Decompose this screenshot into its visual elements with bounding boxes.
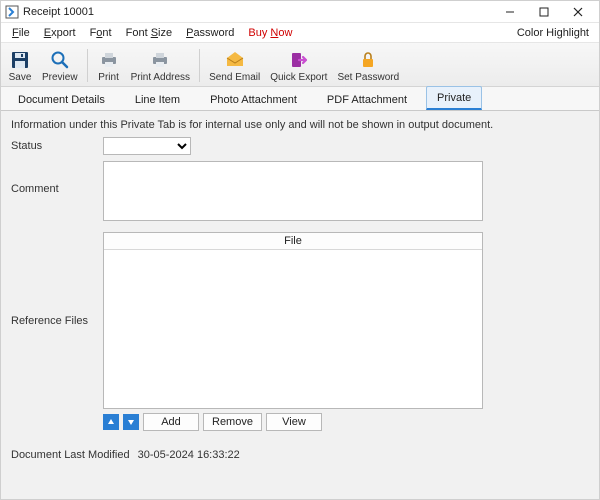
minimize-button[interactable]: [493, 2, 527, 22]
menubar: File Export Font Font Size Password Buy …: [1, 23, 599, 43]
menu-font-size[interactable]: Font Size: [119, 25, 179, 41]
comment-label: Comment: [11, 161, 103, 195]
set-password-button[interactable]: Set Password: [332, 45, 404, 86]
quick-export-button[interactable]: Quick Export: [265, 45, 332, 86]
export-icon: [289, 49, 309, 71]
add-button[interactable]: Add: [143, 413, 199, 431]
last-modified-label: Document Last Modified: [11, 449, 130, 461]
status-select[interactable]: [103, 137, 191, 155]
tab-document-details[interactable]: Document Details: [7, 88, 116, 110]
tab-private[interactable]: Private: [426, 86, 482, 110]
menu-file[interactable]: File: [5, 25, 37, 41]
window: Receipt 10001 File Export Font Font Size…: [0, 0, 600, 500]
private-tab-panel: Information under this Private Tab is fo…: [1, 111, 599, 499]
view-button[interactable]: View: [266, 413, 322, 431]
menu-buy-now[interactable]: Buy Now: [241, 25, 299, 41]
close-button[interactable]: [561, 2, 595, 22]
file-list[interactable]: [104, 250, 482, 408]
envelope-icon: [225, 49, 245, 71]
status-label: Status: [11, 137, 103, 152]
file-column-header: File: [104, 233, 482, 250]
save-button[interactable]: Save: [3, 45, 37, 86]
toolbar-separator: [199, 49, 200, 82]
print-address-button[interactable]: Print Address: [126, 45, 195, 86]
app-icon: [5, 5, 19, 19]
move-down-button[interactable]: [123, 414, 139, 430]
toolbar-separator: [87, 49, 88, 82]
comment-textarea[interactable]: [103, 161, 483, 221]
printer-icon: [99, 49, 119, 71]
menu-export[interactable]: Export: [37, 25, 83, 41]
color-highlight-link[interactable]: Color Highlight: [511, 25, 595, 41]
menu-font[interactable]: Font: [83, 25, 119, 41]
remove-button[interactable]: Remove: [203, 413, 262, 431]
tab-photo-attachment[interactable]: Photo Attachment: [199, 88, 308, 110]
reference-files-table[interactable]: File: [103, 232, 483, 409]
maximize-button[interactable]: [527, 2, 561, 22]
move-up-button[interactable]: [103, 414, 119, 430]
search-icon: [50, 49, 70, 71]
window-title: Receipt 10001: [23, 6, 94, 18]
toolbar: Save Preview Print Print Address S: [1, 43, 599, 87]
info-text: Information under this Private Tab is fo…: [11, 119, 589, 131]
lock-icon: [358, 49, 378, 71]
print-button[interactable]: Print: [92, 45, 126, 86]
printer-icon: [150, 49, 170, 71]
save-icon: [10, 49, 30, 71]
menu-password[interactable]: Password: [179, 25, 241, 41]
tab-pdf-attachment[interactable]: PDF Attachment: [316, 88, 418, 110]
reference-files-label: Reference Files: [11, 315, 103, 327]
preview-button[interactable]: Preview: [37, 45, 83, 86]
titlebar: Receipt 10001: [1, 1, 599, 23]
tabstrip: Document Details Line Item Photo Attachm…: [1, 87, 599, 111]
tab-line-item[interactable]: Line Item: [124, 88, 191, 110]
send-email-button[interactable]: Send Email: [204, 45, 265, 86]
last-modified-value: 30-05-2024 16:33:22: [138, 449, 240, 461]
